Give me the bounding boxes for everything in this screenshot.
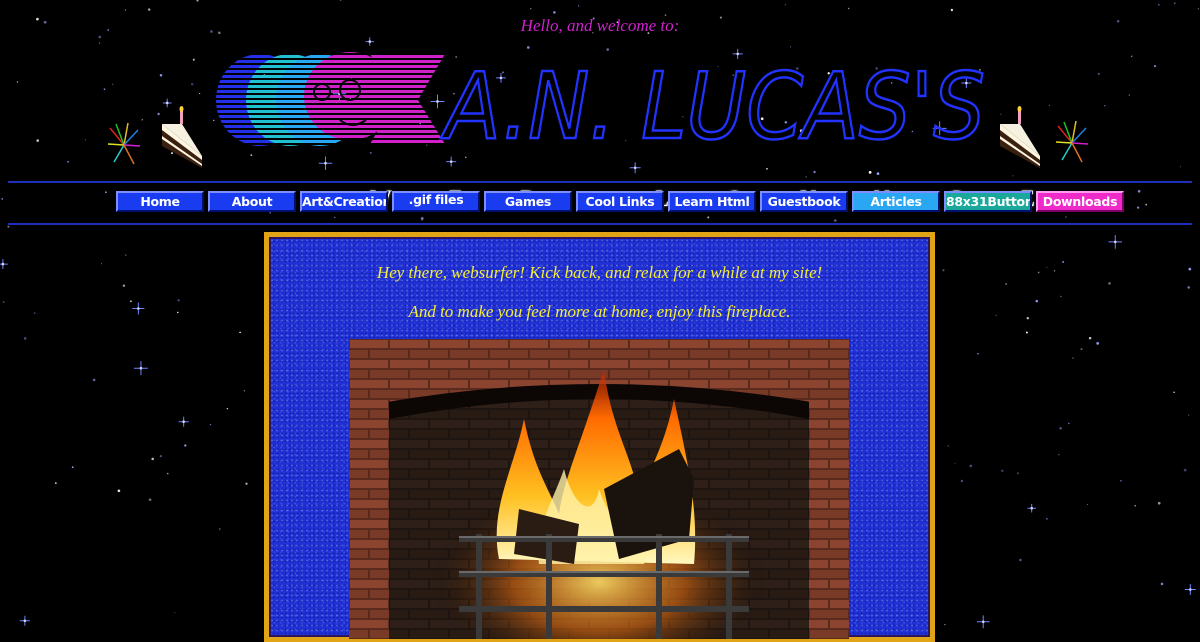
nav-games-button[interactable]: Games [484,191,572,212]
firework-icon [107,122,141,165]
nav-home-button[interactable]: Home [116,191,204,212]
divider-top [8,181,1192,183]
welcome-panel: Hey there, websurfer! Kick back, and rel… [264,232,935,642]
site-logo[interactable]: A.N. LUCAS'S W E B L O U N G E [100,40,1100,211]
fireplace-image [349,339,849,639]
nav-articles-button[interactable]: Articles [852,191,940,212]
firework-icon [1055,120,1089,163]
divider-bottom [8,223,1192,225]
nav-art-creations-button[interactable]: Art&Creations [300,191,388,212]
nav-guestbook-button[interactable]: Guestbook [760,191,848,212]
nav-learn-html-button[interactable]: Learn Html [668,191,756,212]
nav-bar: Home About Art&Creations .gif files Game… [116,191,1128,212]
welcome-message: Hey there, websurfer! Kick back, and rel… [376,263,823,282]
nav-about-button[interactable]: About [208,191,296,212]
faces-logo-graphic: A.N. LUCAS'S [216,52,986,161]
welcome-text: Hello, and welcome to: [520,16,680,35]
fireplace-message: And to make you feel more at home, enjoy… [408,302,791,321]
welcome-panel-body: Hey there, websurfer! Kick back, and rel… [269,237,930,639]
nav-gif-files-button[interactable]: .gif files [392,191,480,212]
birthday-cake-slice-icon [162,106,202,168]
birthday-cake-slice-icon [1000,106,1040,168]
nav-cool-links-button[interactable]: Cool Links [576,191,664,212]
logo-title-text: A.N. LUCAS'S [441,53,985,160]
nav-88x31-buttons-button[interactable]: 88x31Buttons [944,191,1032,212]
nav-downloads-button[interactable]: Downloads [1036,191,1124,212]
